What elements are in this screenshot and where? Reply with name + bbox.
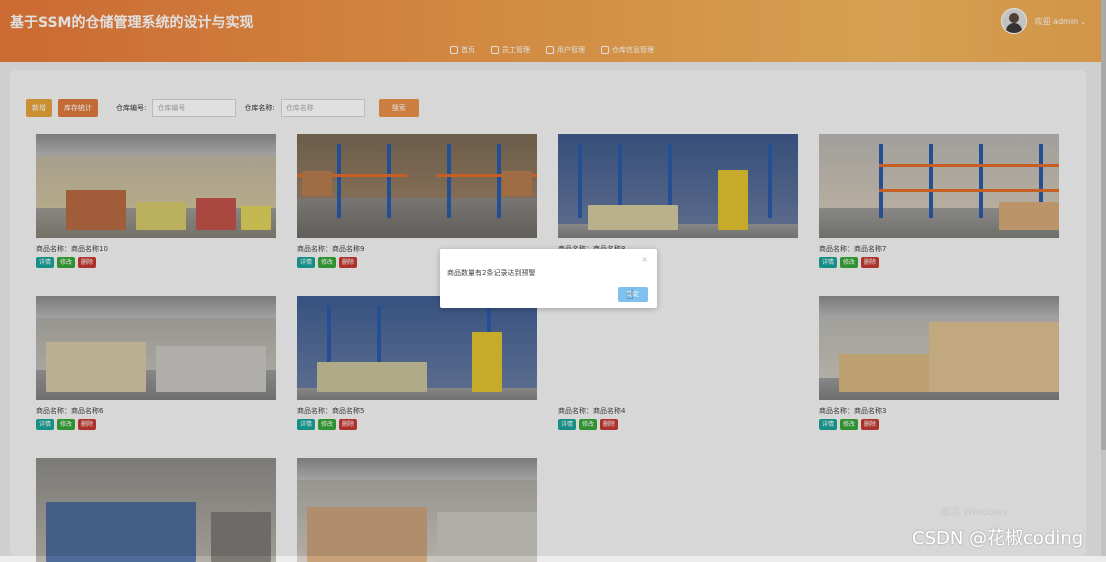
dialog-message: 商品数量有2条记录达到预警: [447, 269, 536, 277]
windows-activation-watermark: 激活 Windows: [940, 507, 1008, 518]
close-icon[interactable]: ×: [641, 255, 648, 264]
alert-dialog: × 商品数量有2条记录达到预警 确定: [440, 249, 657, 308]
hand-cursor-icon: ☝: [626, 288, 634, 303]
csdn-watermark: CSDN @花椒coding: [912, 528, 1084, 549]
